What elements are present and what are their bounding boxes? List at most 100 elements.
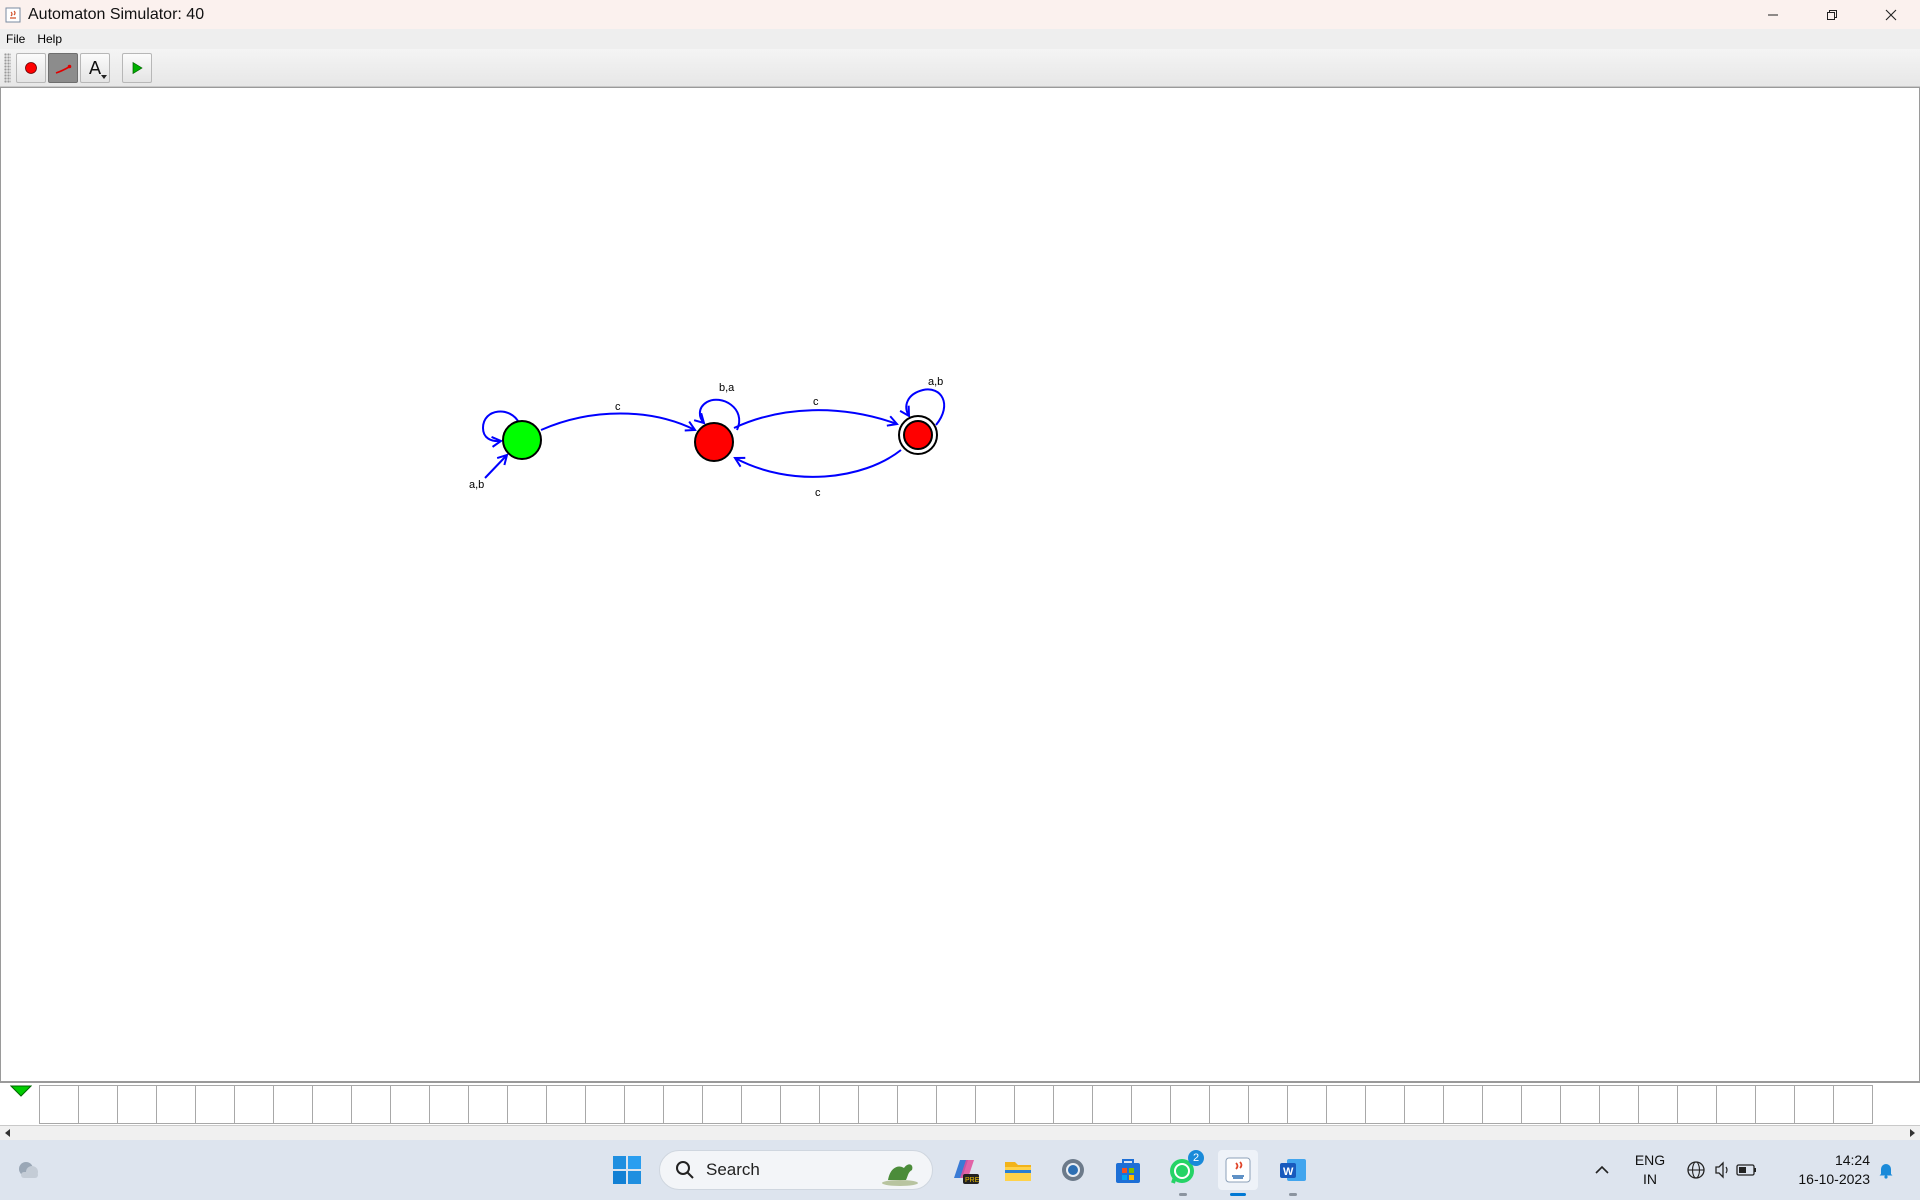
tape-cell[interactable] — [1482, 1085, 1522, 1124]
tape-cell[interactable] — [39, 1085, 79, 1124]
tape-cell[interactable] — [1209, 1085, 1249, 1124]
tape-cell[interactable] — [1716, 1085, 1756, 1124]
tape-cell[interactable] — [663, 1085, 703, 1124]
tape-cell[interactable] — [624, 1085, 664, 1124]
whatsapp-button[interactable]: 2 — [1163, 1150, 1204, 1196]
copilot-preview-button[interactable]: PRE — [944, 1150, 984, 1190]
toolbar-grip-handle[interactable] — [4, 53, 11, 83]
tape-head-triangle-icon — [10, 1085, 32, 1097]
tape-cell[interactable] — [429, 1085, 469, 1124]
tape-cell[interactable] — [1131, 1085, 1171, 1124]
tape-cell[interactable] — [1599, 1085, 1639, 1124]
tape-cell[interactable] — [897, 1085, 937, 1124]
input-language-indicator[interactable]: ENG IN — [1628, 1151, 1672, 1189]
word-icon: W — [1280, 1159, 1306, 1181]
tape-cell[interactable] — [1053, 1085, 1093, 1124]
file-explorer-button[interactable] — [998, 1150, 1038, 1190]
show-hidden-icons-button[interactable] — [1582, 1150, 1622, 1190]
play-icon — [132, 61, 143, 75]
tape-cell[interactable] — [390, 1085, 430, 1124]
tape-cell[interactable] — [1521, 1085, 1561, 1124]
tape-cell[interactable] — [1365, 1085, 1405, 1124]
tape-cell[interactable] — [1404, 1085, 1444, 1124]
menu-file[interactable]: File — [0, 32, 31, 46]
tape-cell[interactable] — [1833, 1085, 1873, 1124]
running-indicator — [1179, 1193, 1187, 1196]
tape-cell[interactable] — [702, 1085, 742, 1124]
word-button[interactable]: W — [1273, 1150, 1313, 1196]
state-q2-accepting[interactable] — [903, 420, 933, 450]
tape-cell[interactable] — [351, 1085, 391, 1124]
tape-cell[interactable] — [1014, 1085, 1054, 1124]
weather-cloud-icon — [19, 1162, 38, 1178]
tape-cell[interactable] — [546, 1085, 586, 1124]
automaton-canvas[interactable]: a,b c b,a c a,b c — [0, 87, 1920, 1082]
transition-arrow-icon — [55, 64, 72, 74]
tape-cell[interactable] — [1755, 1085, 1795, 1124]
tape-cell[interactable] — [1560, 1085, 1600, 1124]
transition-tool-button[interactable] — [48, 53, 78, 83]
tape-cell[interactable] — [936, 1085, 976, 1124]
tape-cell[interactable] — [78, 1085, 118, 1124]
microsoft-store-icon — [1116, 1159, 1140, 1183]
taskbar: Search PRE 2 W ENG IN 14:24 16-10-2023 — [0, 1140, 1920, 1200]
menu-help[interactable]: Help — [31, 32, 68, 46]
transition-q0-q1[interactable] — [540, 412, 695, 431]
tape-cell[interactable] — [741, 1085, 781, 1124]
text-a-icon: A — [88, 57, 102, 79]
tape-cell[interactable] — [585, 1085, 625, 1124]
tape-cell[interactable] — [1092, 1085, 1132, 1124]
close-button[interactable] — [1861, 0, 1920, 29]
tape-cell[interactable] — [858, 1085, 898, 1124]
weather-widget[interactable] — [8, 1150, 48, 1190]
tape-cell[interactable] — [468, 1085, 508, 1124]
state-q1[interactable] — [694, 422, 734, 462]
tape-cell[interactable] — [780, 1085, 820, 1124]
start-button[interactable] — [607, 1150, 647, 1190]
quick-settings-button[interactable] — [1682, 1150, 1762, 1190]
tape-cell[interactable] — [273, 1085, 313, 1124]
tape-cell[interactable] — [1794, 1085, 1834, 1124]
minimize-button[interactable] — [1743, 0, 1802, 29]
scroll-right-arrow-icon[interactable] — [1907, 1128, 1917, 1138]
microsoft-store-button[interactable] — [1108, 1150, 1148, 1190]
tape-cell[interactable] — [1326, 1085, 1366, 1124]
network-globe-icon — [1687, 1161, 1705, 1179]
tape-cell[interactable] — [117, 1085, 157, 1124]
notifications-button[interactable] — [1874, 1150, 1898, 1190]
tape-cell[interactable] — [819, 1085, 859, 1124]
tape-cell[interactable] — [1248, 1085, 1288, 1124]
bell-icon — [1879, 1164, 1893, 1179]
tape-cell[interactable] — [1443, 1085, 1483, 1124]
tape-cell[interactable] — [1677, 1085, 1717, 1124]
tape-cell[interactable] — [312, 1085, 352, 1124]
tape-cell[interactable] — [195, 1085, 235, 1124]
transition-label-q0-q1: c — [615, 401, 621, 413]
clock[interactable]: 14:24 16-10-2023 — [1778, 1151, 1870, 1189]
restore-button[interactable] — [1802, 0, 1861, 29]
tape-cell[interactable] — [975, 1085, 1015, 1124]
state-q0-initial[interactable] — [502, 420, 542, 460]
tape-cell[interactable] — [507, 1085, 547, 1124]
input-tape — [0, 1082, 1920, 1125]
text-tool-button[interactable]: A — [80, 53, 110, 83]
tape-cell[interactable] — [156, 1085, 196, 1124]
tape-cell[interactable] — [1170, 1085, 1210, 1124]
tape-cell[interactable] — [1638, 1085, 1678, 1124]
tape-cell[interactable] — [234, 1085, 274, 1124]
tape-cell[interactable] — [1287, 1085, 1327, 1124]
horizontal-scrollbar[interactable] — [0, 1125, 1920, 1140]
taskbar-search-box[interactable]: Search — [659, 1150, 933, 1190]
transition-q1-q2[interactable] — [733, 409, 897, 429]
state-tool-button[interactable] — [16, 53, 46, 83]
transition-label-q1-q1: b,a — [719, 382, 735, 394]
start-arrow[interactable] — [484, 455, 507, 479]
file-explorer-icon — [1005, 1162, 1031, 1181]
settings-button[interactable] — [1053, 1150, 1093, 1190]
java-icon — [1225, 1157, 1251, 1183]
dropdown-triangle-icon — [101, 75, 107, 79]
scroll-left-arrow-icon[interactable] — [3, 1128, 13, 1138]
transition-q2-q1[interactable] — [735, 449, 902, 478]
run-button[interactable] — [122, 53, 152, 83]
java-app-button[interactable] — [1218, 1150, 1258, 1196]
